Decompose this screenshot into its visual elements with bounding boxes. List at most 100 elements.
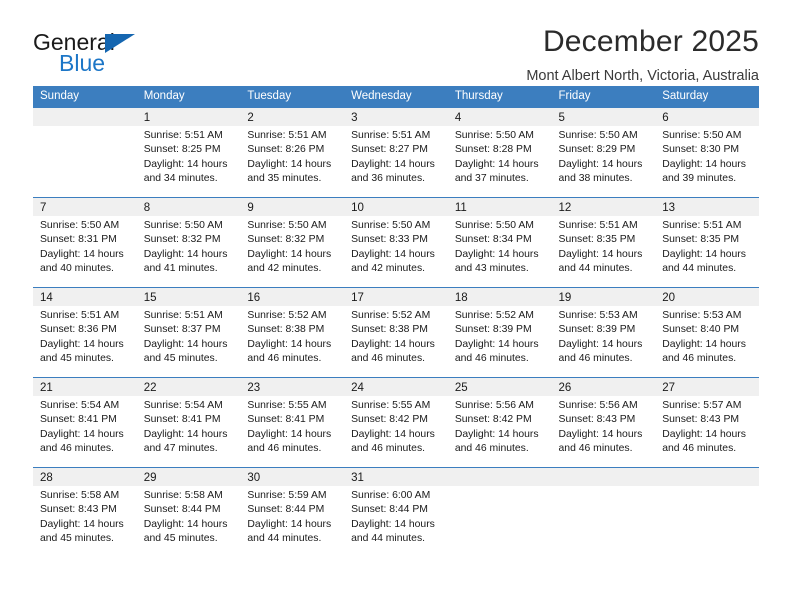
calendar-day-cell[interactable]: 29 Sunrise: 5:58 AM Sunset: 8:44 PM Dayligh… [136,467,241,558]
daylight-text-line2: and 41 minutes. [143,263,218,275]
daylight-text-line1: Daylight: 14 hours [351,518,435,530]
daylight-text-line2: and 46 minutes. [454,443,529,455]
calendar-day-cell[interactable]: 27 Sunrise: 5:57 AM Sunset: 8:43 PM Dayligh… [655,377,759,468]
sunrise-sunset-calendar: Sunday Monday Tuesday Wednesday Thursday… [33,86,759,558]
general-blue-logo[interactable]: General Blue [33,24,153,76]
day-number: 18 [447,288,552,306]
calendar-day-cell[interactable]: 13 Sunrise: 5:51 AM Sunset: 8:35 PM Dayligh… [655,197,759,288]
calendar-day-cell[interactable]: 12 Sunrise: 5:51 AM Sunset: 8:35 PM Dayligh… [551,197,656,288]
sunset-text: Sunset: 8:35 PM [558,234,636,246]
calendar-day-cell[interactable]: 28 Sunrise: 5:58 AM Sunset: 8:43 PM Dayligh… [33,467,137,558]
sunrise-text: Sunrise: 5:53 AM [662,310,742,321]
calendar-day-cell[interactable]: 3 Sunrise: 5:51 AM Sunset: 8:27 PM Daylight… [344,107,448,198]
day-number: 9 [240,198,345,216]
sunrise-text: Sunrise: 5:51 AM [662,220,742,231]
daylight-text-line1: Daylight: 14 hours [454,248,539,260]
day-details: Sunrise: 5:56 AM Sunset: 8:42 PM Daylight:… [448,396,552,457]
page-subtitle: Mont Albert North, Victoria, Australia [526,68,759,84]
daylight-text-line2: and 46 minutes. [351,443,426,455]
sunset-text: Sunset: 8:38 PM [351,324,428,336]
daylight-text-line2: and 36 minutes. [351,173,426,185]
calendar-day-cell[interactable]: 31 Sunrise: 6:00 AM Sunset: 8:44 PM Dayligh… [344,467,448,558]
sunrise-text: Sunrise: 5:51 AM [143,310,223,321]
sunset-text: Sunset: 8:27 PM [351,144,428,156]
daylight-text-line2: and 46 minutes. [662,443,737,455]
day-number: 21 [33,378,137,396]
day-number: 4 [447,108,552,126]
calendar-day-cell[interactable]: 16 Sunrise: 5:52 AM Sunset: 8:38 PM Dayligh… [240,287,345,378]
sunset-text: Sunset: 8:32 PM [247,234,325,246]
sunrise-text: Sunrise: 5:56 AM [454,400,534,411]
calendar-day-cell[interactable]: 20 Sunrise: 5:53 AM Sunset: 8:40 PM Dayligh… [655,287,759,378]
calendar-day-cell[interactable]: 8 Sunrise: 5:50 AM Sunset: 8:32 PM Daylight… [136,197,241,288]
daylight-text-line2: and 46 minutes. [247,353,322,365]
calendar-day-cell[interactable]: 22 Sunrise: 5:54 AM Sunset: 8:41 PM Dayligh… [136,377,241,468]
calendar-page: General Blue December 2025 Mont Albert N… [0,0,792,612]
calendar-day-cell[interactable]: 14 Sunrise: 5:51 AM Sunset: 8:36 PM Dayligh… [33,287,137,378]
sunset-text: Sunset: 8:41 PM [143,414,221,426]
calendar-day-cell[interactable]: 18 Sunrise: 5:52 AM Sunset: 8:39 PM Dayligh… [447,287,552,378]
sunrise-text: Sunrise: 5:50 AM [662,130,742,141]
calendar-day-cell[interactable]: 6 Sunrise: 5:50 AM Sunset: 8:30 PM Daylight… [655,107,759,198]
sunset-text: Sunset: 8:44 PM [247,504,325,516]
calendar-week-row: 7 Sunrise: 5:50 AM Sunset: 8:31 PM Daylight… [33,197,759,288]
daylight-text-line2: and 46 minutes. [558,353,633,365]
calendar-day-cell[interactable]: 21 Sunrise: 5:54 AM Sunset: 8:41 PM Dayligh… [33,377,137,468]
weekday-header-sunday: Sunday [33,86,137,108]
day-number: 7 [33,198,137,216]
sunrise-text: Sunrise: 5:50 AM [351,220,431,231]
daylight-text-line1: Daylight: 14 hours [143,428,228,440]
sunset-text: Sunset: 8:41 PM [40,414,117,426]
calendar-day-cell[interactable]: 4 Sunrise: 5:50 AM Sunset: 8:28 PM Daylight… [447,107,552,198]
daylight-text-line2: and 38 minutes. [558,173,633,185]
sunrise-text: Sunrise: 6:00 AM [351,490,431,501]
day-details: Sunrise: 5:51 AM Sunset: 8:35 PM Daylight:… [552,216,656,277]
calendar-day-cell-empty [33,107,137,198]
day-details: Sunrise: 5:51 AM Sunset: 8:37 PM Daylight:… [137,306,241,367]
day-details: Sunrise: 5:50 AM Sunset: 8:32 PM Daylight:… [240,216,344,277]
calendar-day-cell[interactable]: 17 Sunrise: 5:52 AM Sunset: 8:38 PM Dayligh… [344,287,448,378]
day-number: 29 [136,468,241,486]
calendar-day-cell[interactable]: 5 Sunrise: 5:50 AM Sunset: 8:29 PM Daylight… [551,107,656,198]
daylight-text-line1: Daylight: 14 hours [662,338,746,350]
calendar-day-cell[interactable]: 7 Sunrise: 5:50 AM Sunset: 8:31 PM Daylight… [33,197,137,288]
sunset-text: Sunset: 8:29 PM [558,144,636,156]
daylight-text-line1: Daylight: 14 hours [454,428,539,440]
sunset-text: Sunset: 8:26 PM [247,144,325,156]
day-details: Sunrise: 5:52 AM Sunset: 8:38 PM Daylight:… [344,306,448,367]
weekday-header-tuesday: Tuesday [240,86,345,108]
day-number [551,468,656,486]
day-number: 13 [655,198,759,216]
daylight-text-line2: and 44 minutes. [247,533,322,545]
calendar-day-cell[interactable]: 9 Sunrise: 5:50 AM Sunset: 8:32 PM Daylight… [240,197,345,288]
day-details: Sunrise: 5:53 AM Sunset: 8:40 PM Daylight:… [655,306,759,367]
day-details: Sunrise: 5:58 AM Sunset: 8:44 PM Daylight:… [137,486,241,547]
calendar-day-cell[interactable]: 26 Sunrise: 5:56 AM Sunset: 8:43 PM Dayligh… [551,377,656,468]
calendar-day-cell[interactable]: 30 Sunrise: 5:59 AM Sunset: 8:44 PM Dayligh… [240,467,345,558]
calendar-day-cell[interactable]: 10 Sunrise: 5:50 AM Sunset: 8:33 PM Dayligh… [344,197,448,288]
calendar-day-cell[interactable]: 15 Sunrise: 5:51 AM Sunset: 8:37 PM Dayligh… [136,287,241,378]
calendar-day-cell[interactable]: 1 Sunrise: 5:51 AM Sunset: 8:25 PM Daylight… [136,107,241,198]
weekday-header-thursday: Thursday [447,86,552,108]
daylight-text-line1: Daylight: 14 hours [662,158,746,170]
calendar-day-cell[interactable]: 11 Sunrise: 5:50 AM Sunset: 8:34 PM Dayligh… [447,197,552,288]
weekday-header-monday: Monday [136,86,241,108]
sunset-text: Sunset: 8:35 PM [662,234,740,246]
daylight-text-line1: Daylight: 14 hours [247,338,332,350]
day-details: Sunrise: 5:50 AM Sunset: 8:33 PM Daylight:… [344,216,448,277]
calendar-day-cell[interactable]: 2 Sunrise: 5:51 AM Sunset: 8:26 PM Daylight… [240,107,345,198]
sunset-text: Sunset: 8:25 PM [143,144,221,156]
day-details: Sunrise: 5:51 AM Sunset: 8:36 PM Daylight:… [33,306,137,367]
daylight-text-line1: Daylight: 14 hours [351,338,435,350]
day-details: Sunrise: 5:55 AM Sunset: 8:41 PM Daylight:… [240,396,344,457]
daylight-text-line1: Daylight: 14 hours [247,158,332,170]
sunrise-text: Sunrise: 5:56 AM [558,400,638,411]
daylight-text-line2: and 46 minutes. [662,353,737,365]
calendar-day-cell[interactable]: 25 Sunrise: 5:56 AM Sunset: 8:42 PM Dayligh… [447,377,552,468]
calendar-day-cell[interactable]: 23 Sunrise: 5:55 AM Sunset: 8:41 PM Dayligh… [240,377,345,468]
sunset-text: Sunset: 8:42 PM [454,414,532,426]
day-number: 26 [551,378,656,396]
day-number: 8 [136,198,241,216]
calendar-day-cell[interactable]: 19 Sunrise: 5:53 AM Sunset: 8:39 PM Dayligh… [551,287,656,378]
calendar-day-cell[interactable]: 24 Sunrise: 5:55 AM Sunset: 8:42 PM Dayligh… [344,377,448,468]
